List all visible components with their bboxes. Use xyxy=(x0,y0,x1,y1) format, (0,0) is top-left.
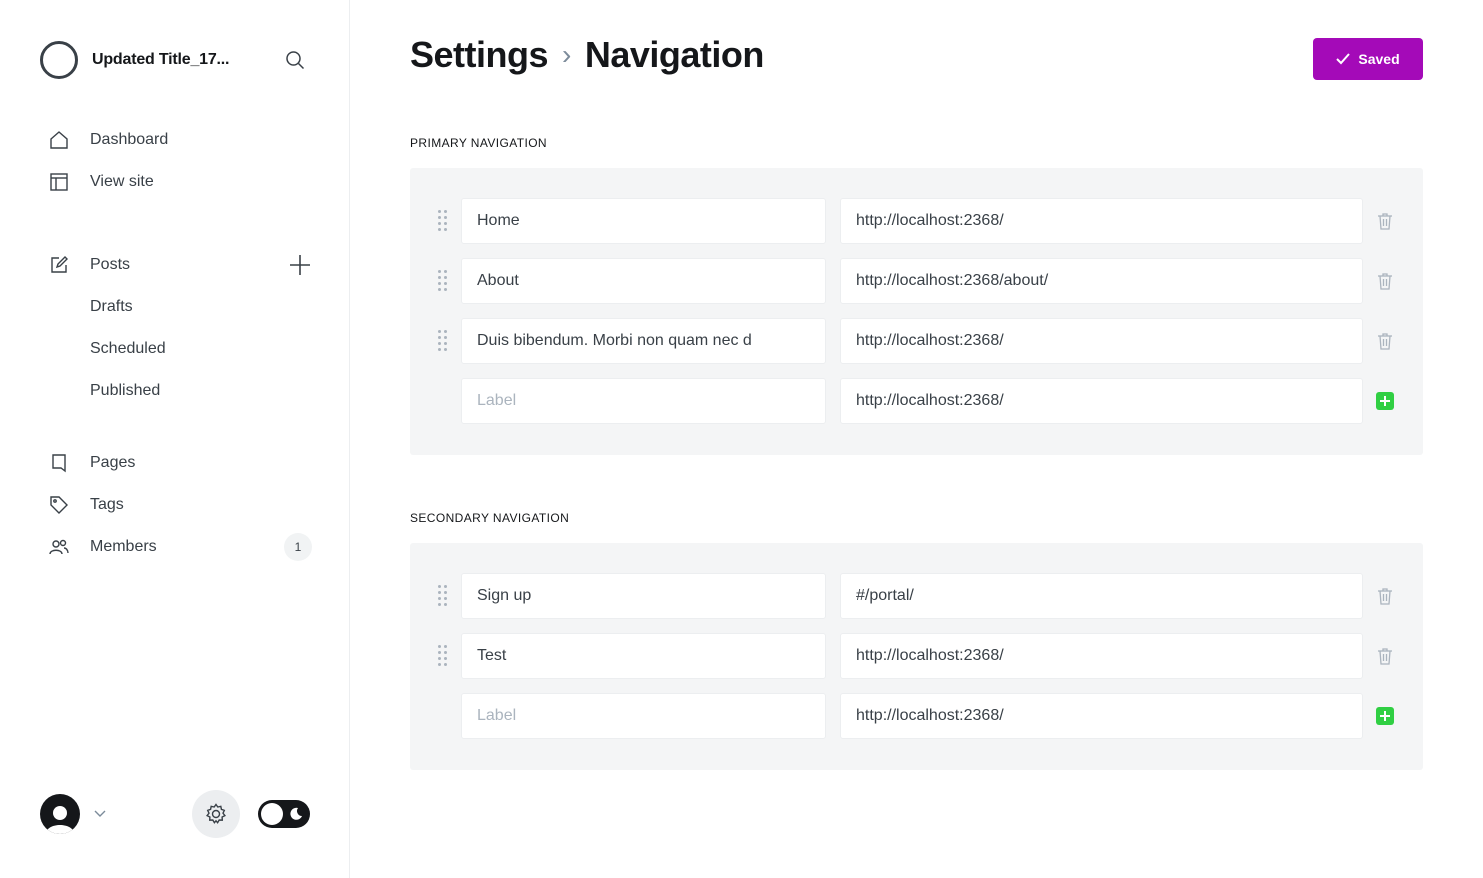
nav-label-input[interactable] xyxy=(461,573,826,619)
check-icon xyxy=(1336,53,1351,65)
home-icon xyxy=(48,129,70,151)
page-title: Navigation xyxy=(584,34,765,75)
nav-item-scheduled[interactable]: Scheduled xyxy=(40,328,320,370)
sidebar-footer xyxy=(40,790,320,838)
nav-row xyxy=(410,318,1423,364)
breadcrumb: Settings › Navigation xyxy=(410,34,1423,76)
trash-icon xyxy=(1378,333,1392,350)
nav-url-input[interactable] xyxy=(840,318,1363,364)
user-icon xyxy=(46,806,74,834)
sidebar: Updated Title_17... Dashboard View site … xyxy=(0,0,350,878)
primary-nav-heading: Primary Navigation xyxy=(410,136,548,150)
nav-label-input[interactable] xyxy=(461,633,826,679)
nav-url-input[interactable] xyxy=(840,573,1363,619)
nav-label-input[interactable] xyxy=(461,258,826,304)
new-url-input[interactable] xyxy=(840,693,1363,739)
secondary-nav-panel xyxy=(410,543,1423,770)
new-label-input[interactable] xyxy=(461,693,826,739)
plus-icon xyxy=(290,255,310,275)
nav-row xyxy=(410,198,1423,244)
dark-mode-toggle[interactable] xyxy=(258,800,310,828)
nav-item-tags[interactable]: Tags xyxy=(40,484,320,526)
delete-item-button[interactable] xyxy=(1374,585,1396,607)
nav-item-dashboard[interactable]: Dashboard xyxy=(40,119,320,161)
nav-url-input[interactable] xyxy=(840,633,1363,679)
settings-button[interactable] xyxy=(192,790,240,838)
nav-label-tags: Tags xyxy=(90,496,124,513)
new-label-input[interactable] xyxy=(461,378,826,424)
save-button-label: Saved xyxy=(1358,51,1400,67)
nav-row xyxy=(410,258,1423,304)
nav-item-drafts[interactable]: Drafts xyxy=(40,286,320,328)
nav-row xyxy=(410,573,1423,619)
search-icon xyxy=(286,51,305,70)
edit-icon xyxy=(48,254,70,276)
secondary-nav-heading: Secondary Navigation xyxy=(410,511,570,525)
search-button[interactable] xyxy=(283,48,307,72)
nav-label-scheduled: Scheduled xyxy=(90,340,166,357)
site-title: Updated Title_17... xyxy=(92,51,230,68)
delete-item-button[interactable] xyxy=(1374,645,1396,667)
nav-item-members[interactable]: Members 1 xyxy=(40,526,320,568)
nav-label-published: Published xyxy=(90,382,161,399)
drag-handle[interactable] xyxy=(438,330,452,352)
avatar[interactable] xyxy=(40,794,80,834)
nav-item-published[interactable]: Published xyxy=(40,370,320,412)
trash-icon xyxy=(1378,588,1392,605)
nav-label-view-site: View site xyxy=(90,173,154,190)
page-header: Settings › Navigation Saved xyxy=(410,34,1423,82)
gear-icon xyxy=(206,803,226,824)
nav-url-input[interactable] xyxy=(840,198,1363,244)
plus-icon xyxy=(1376,707,1394,725)
new-nav-row xyxy=(410,378,1423,424)
drag-handle[interactable] xyxy=(438,585,452,607)
page-icon xyxy=(48,452,70,474)
delete-item-button[interactable] xyxy=(1374,330,1396,352)
nav-label-input[interactable] xyxy=(461,318,826,364)
chevron-down-icon xyxy=(94,810,106,817)
posts-nav: Posts Drafts Scheduled Published xyxy=(40,244,320,412)
save-button[interactable]: Saved xyxy=(1313,38,1423,80)
site-logo xyxy=(40,41,78,79)
new-nav-row xyxy=(410,693,1423,739)
trash-icon xyxy=(1378,648,1392,665)
trash-icon xyxy=(1378,273,1392,290)
nav-label-dashboard: Dashboard xyxy=(90,131,169,148)
delete-item-button[interactable] xyxy=(1374,210,1396,232)
new-post-button[interactable] xyxy=(288,253,312,277)
primary-nav-panel xyxy=(410,168,1423,455)
nav-item-view-site[interactable]: View site xyxy=(40,161,320,203)
nav-url-input[interactable] xyxy=(840,258,1363,304)
nav-label-members: Members xyxy=(90,538,157,555)
layout-icon xyxy=(48,171,70,193)
members-count-badge: 1 xyxy=(284,533,312,561)
site-brand[interactable]: Updated Title_17... xyxy=(40,40,262,80)
breadcrumb-settings-link[interactable]: Settings xyxy=(410,34,549,76)
nav-item-posts[interactable]: Posts xyxy=(40,244,320,286)
trash-icon xyxy=(1378,213,1392,230)
add-item-button[interactable] xyxy=(1374,705,1396,727)
tag-icon xyxy=(48,494,70,516)
drag-handle[interactable] xyxy=(438,645,452,667)
delete-item-button[interactable] xyxy=(1374,270,1396,292)
toggle-knob xyxy=(261,803,283,825)
nav-row xyxy=(410,633,1423,679)
user-menu-toggle[interactable] xyxy=(92,806,108,822)
breadcrumb-separator: › xyxy=(562,39,571,70)
nav-label-posts: Posts xyxy=(90,256,131,273)
main-nav: Dashboard View site xyxy=(40,119,320,203)
add-item-button[interactable] xyxy=(1374,390,1396,412)
nav-label-input[interactable] xyxy=(461,198,826,244)
drag-handle[interactable] xyxy=(438,270,452,292)
moon-icon xyxy=(290,807,302,820)
members-icon xyxy=(48,536,70,558)
nav-item-pages[interactable]: Pages xyxy=(40,442,320,484)
drag-handle[interactable] xyxy=(438,210,452,232)
plus-icon xyxy=(1376,392,1394,410)
new-url-input[interactable] xyxy=(840,378,1363,424)
content-nav: Pages Tags Members 1 xyxy=(40,442,320,568)
nav-label-pages: Pages xyxy=(90,454,136,471)
nav-label-drafts: Drafts xyxy=(90,298,133,315)
